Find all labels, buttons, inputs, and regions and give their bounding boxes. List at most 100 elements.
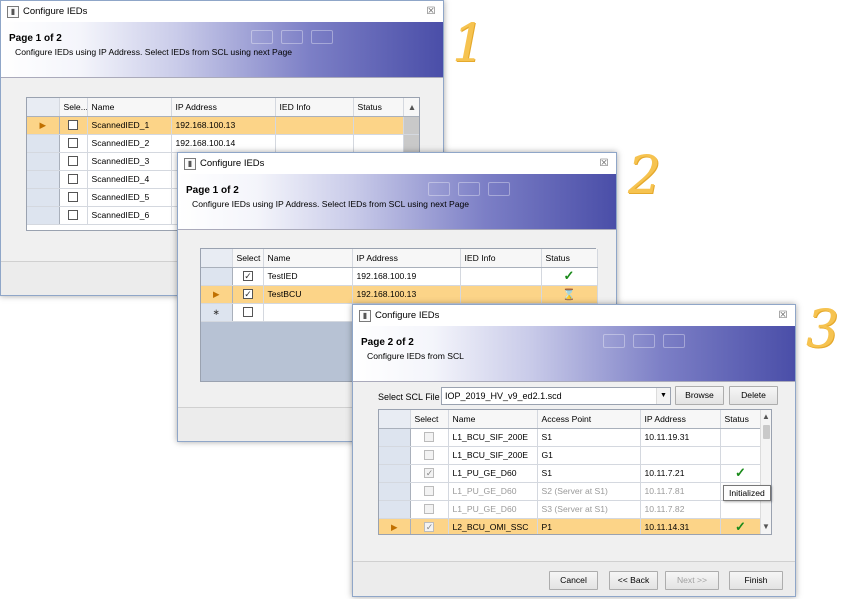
col-select[interactable]: Select bbox=[232, 249, 264, 268]
banner-decoration bbox=[281, 30, 303, 44]
close-icon[interactable]: ☒ bbox=[777, 310, 789, 321]
col-ip-address[interactable]: IP Address bbox=[352, 249, 461, 268]
ied-ip[interactable]: 192.168.100.13 bbox=[352, 285, 461, 304]
select-checkbox[interactable] bbox=[424, 468, 434, 479]
title-bar: ▮ Configure IEDs ☒ bbox=[178, 153, 616, 174]
ied-name: L2_BCU_OMI_SSC bbox=[448, 518, 538, 534]
col-ip-address[interactable]: IP Address bbox=[171, 98, 276, 117]
ied-info bbox=[460, 285, 542, 304]
col-name[interactable]: Name bbox=[263, 249, 353, 268]
ied-name: TestIED bbox=[263, 267, 353, 286]
access-point: S1 bbox=[537, 428, 641, 447]
next-button[interactable]: Next >> bbox=[665, 571, 719, 590]
table-row[interactable]: L1_PU_GE_D60 S1 10.11.7.21 ✓ bbox=[379, 464, 762, 483]
col-select[interactable]: Sele... bbox=[59, 98, 88, 117]
access-point: S3 (Server at S1) bbox=[537, 500, 641, 519]
select-checkbox[interactable] bbox=[424, 522, 434, 533]
select-checkbox[interactable] bbox=[242, 289, 253, 300]
page-indicator: Page 1 of 2 bbox=[186, 185, 239, 196]
ied-info bbox=[460, 267, 542, 286]
check-icon: ✓ bbox=[735, 519, 746, 534]
page-banner: Page 2 of 2 Configure IEDs from SCL bbox=[353, 326, 795, 382]
banner-decoration bbox=[633, 334, 655, 348]
cancel-button[interactable]: Cancel bbox=[549, 571, 598, 590]
ied-ip[interactable]: 192.168.100.19 bbox=[352, 267, 461, 286]
current-row-icon: ▶ bbox=[27, 116, 60, 135]
scroll-thumb[interactable] bbox=[403, 116, 419, 135]
col-name[interactable]: Name bbox=[448, 410, 538, 429]
select-checkbox[interactable] bbox=[242, 307, 253, 318]
row-header bbox=[379, 482, 411, 501]
table-row[interactable]: L1_PU_GE_D60 S2 (Server at S1) 10.11.7.8… bbox=[379, 482, 762, 501]
scroll-down-icon[interactable]: ▼ bbox=[761, 520, 771, 534]
ied-status bbox=[353, 116, 404, 135]
col-access-point[interactable]: Access Point bbox=[537, 410, 641, 429]
select-checkbox[interactable] bbox=[68, 174, 78, 185]
select-checkbox[interactable] bbox=[242, 271, 253, 282]
ied-ip bbox=[640, 446, 721, 465]
table-row[interactable]: ▶ TestBCU 192.168.100.13 ⌛ bbox=[201, 285, 598, 304]
table-row[interactable]: ▶ ScannedIED_1 192.168.100.13 bbox=[27, 116, 419, 135]
chevron-down-icon[interactable]: ▼ bbox=[656, 388, 670, 404]
col-ip-address[interactable]: IP Address bbox=[640, 410, 721, 429]
col-status[interactable]: Status bbox=[353, 98, 404, 117]
ied-info bbox=[275, 116, 354, 135]
col-ied-info[interactable]: IED Info bbox=[460, 249, 542, 268]
col-name[interactable]: Name bbox=[87, 98, 172, 117]
select-checkbox[interactable] bbox=[68, 138, 78, 149]
select-checkbox[interactable] bbox=[68, 156, 78, 167]
row-header-corner bbox=[379, 410, 411, 429]
step-number-2: 2 bbox=[628, 146, 662, 206]
page-indicator: Page 2 of 2 bbox=[361, 337, 414, 348]
access-point: P1 bbox=[537, 518, 641, 534]
app-icon: ▮ bbox=[7, 5, 19, 18]
ied-ip[interactable]: 192.168.100.14 bbox=[171, 134, 276, 153]
select-checkbox[interactable] bbox=[424, 450, 434, 461]
table-row[interactable]: ScannedIED_2 192.168.100.14 bbox=[27, 134, 419, 153]
scroll-up-icon[interactable]: ▲ bbox=[403, 98, 419, 117]
scroll-up-icon[interactable]: ▲ bbox=[761, 410, 771, 424]
col-status[interactable]: Status bbox=[720, 410, 762, 429]
banner-decoration bbox=[428, 182, 450, 196]
select-checkbox[interactable] bbox=[68, 120, 78, 131]
current-row-icon: ▶ bbox=[379, 518, 411, 534]
col-status[interactable]: Status bbox=[541, 249, 598, 268]
scl-file-select[interactable]: IOP_2019_HV_v9_ed2.1.scd ▼ bbox=[441, 387, 671, 405]
step-number-1: 1 bbox=[452, 14, 486, 74]
close-icon[interactable]: ☒ bbox=[598, 158, 610, 169]
banner-decoration bbox=[311, 30, 333, 44]
hourglass-icon: ⌛ bbox=[562, 288, 576, 301]
ied-name: ScannedIED_3 bbox=[87, 152, 172, 171]
table-row[interactable]: TestIED 192.168.100.19 ✓ bbox=[201, 267, 598, 286]
ied-name: TestBCU bbox=[263, 285, 353, 304]
close-icon[interactable]: ☒ bbox=[425, 6, 437, 17]
table-row[interactable]: L1_BCU_SIF_200E S1 10.11.19.31 bbox=[379, 428, 762, 447]
ied-ip: 10.11.7.82 bbox=[640, 500, 721, 519]
window-title: Configure IEDs bbox=[200, 158, 265, 169]
access-point: G1 bbox=[537, 446, 641, 465]
scroll-thumb[interactable] bbox=[763, 425, 770, 439]
select-checkbox[interactable] bbox=[424, 432, 434, 443]
table-row[interactable]: L1_PU_GE_D60 S3 (Server at S1) 10.11.7.8… bbox=[379, 500, 762, 519]
delete-button[interactable]: Delete bbox=[729, 386, 778, 405]
browse-button[interactable]: Browse bbox=[675, 386, 724, 405]
table-row[interactable]: L1_BCU_SIF_200E G1 bbox=[379, 446, 762, 465]
ied-ip[interactable]: 192.168.100.13 bbox=[171, 116, 276, 135]
title-bar: ▮ Configure IEDs ☒ bbox=[1, 1, 443, 22]
finish-button[interactable]: Finish bbox=[729, 571, 783, 590]
scl-file-value: IOP_2019_HV_v9_ed2.1.scd bbox=[445, 391, 562, 401]
row-header-corner bbox=[201, 249, 233, 268]
vertical-scrollbar[interactable]: ▲ ▼ bbox=[760, 410, 771, 534]
app-icon: ▮ bbox=[359, 309, 371, 322]
back-button[interactable]: << Back bbox=[609, 571, 658, 590]
banner-decoration bbox=[488, 182, 510, 196]
select-checkbox bbox=[424, 504, 434, 515]
select-checkbox[interactable] bbox=[68, 210, 78, 221]
ied-name: ScannedIED_2 bbox=[87, 134, 172, 153]
table-row[interactable]: ▶ L2_BCU_OMI_SSC P1 10.11.14.31 ✓ bbox=[379, 518, 762, 534]
col-ied-info[interactable]: IED Info bbox=[275, 98, 354, 117]
col-select[interactable]: Select bbox=[410, 410, 449, 429]
select-checkbox[interactable] bbox=[68, 192, 78, 203]
page-description: Configure IEDs from SCL bbox=[367, 351, 464, 361]
page-banner: Page 1 of 2 Configure IEDs using IP Addr… bbox=[1, 22, 443, 78]
